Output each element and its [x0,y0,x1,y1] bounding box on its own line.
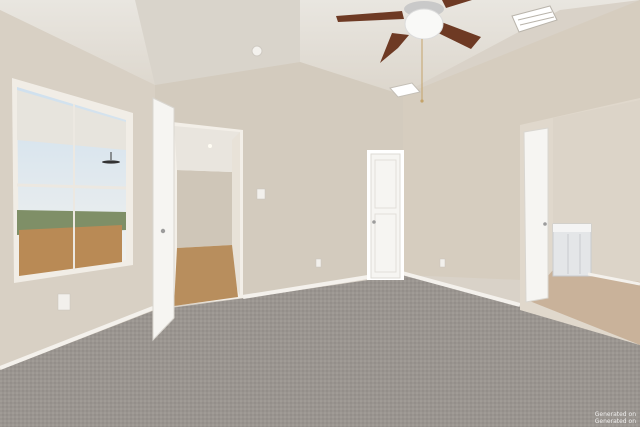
light-switch [256,188,266,200]
vanity-countertop [553,224,591,232]
wall-outlet [439,258,446,268]
hallway-ceiling [174,126,240,172]
wall-outlet [315,258,322,268]
room-illustration [0,0,640,427]
bathroom-door [523,127,549,303]
bathroom-door-knob [543,222,547,226]
hallway-light [208,144,212,148]
wall-outlet [57,293,71,311]
door-knob [160,228,166,234]
fan-pull-chain-end [420,99,424,103]
hallway-back-wall [177,170,232,248]
bedroom-photo: Generated on Generated on [0,0,640,427]
hallway-wood-floor [174,245,238,306]
watermark: Generated on Generated on [595,411,636,425]
watermark-line-2: Generated on [594,417,636,425]
watermark-line-1: Generated on [594,410,636,418]
smoke-detector [251,45,263,57]
closet-knob [372,220,376,224]
fan-light [404,8,444,40]
open-door [152,97,175,342]
